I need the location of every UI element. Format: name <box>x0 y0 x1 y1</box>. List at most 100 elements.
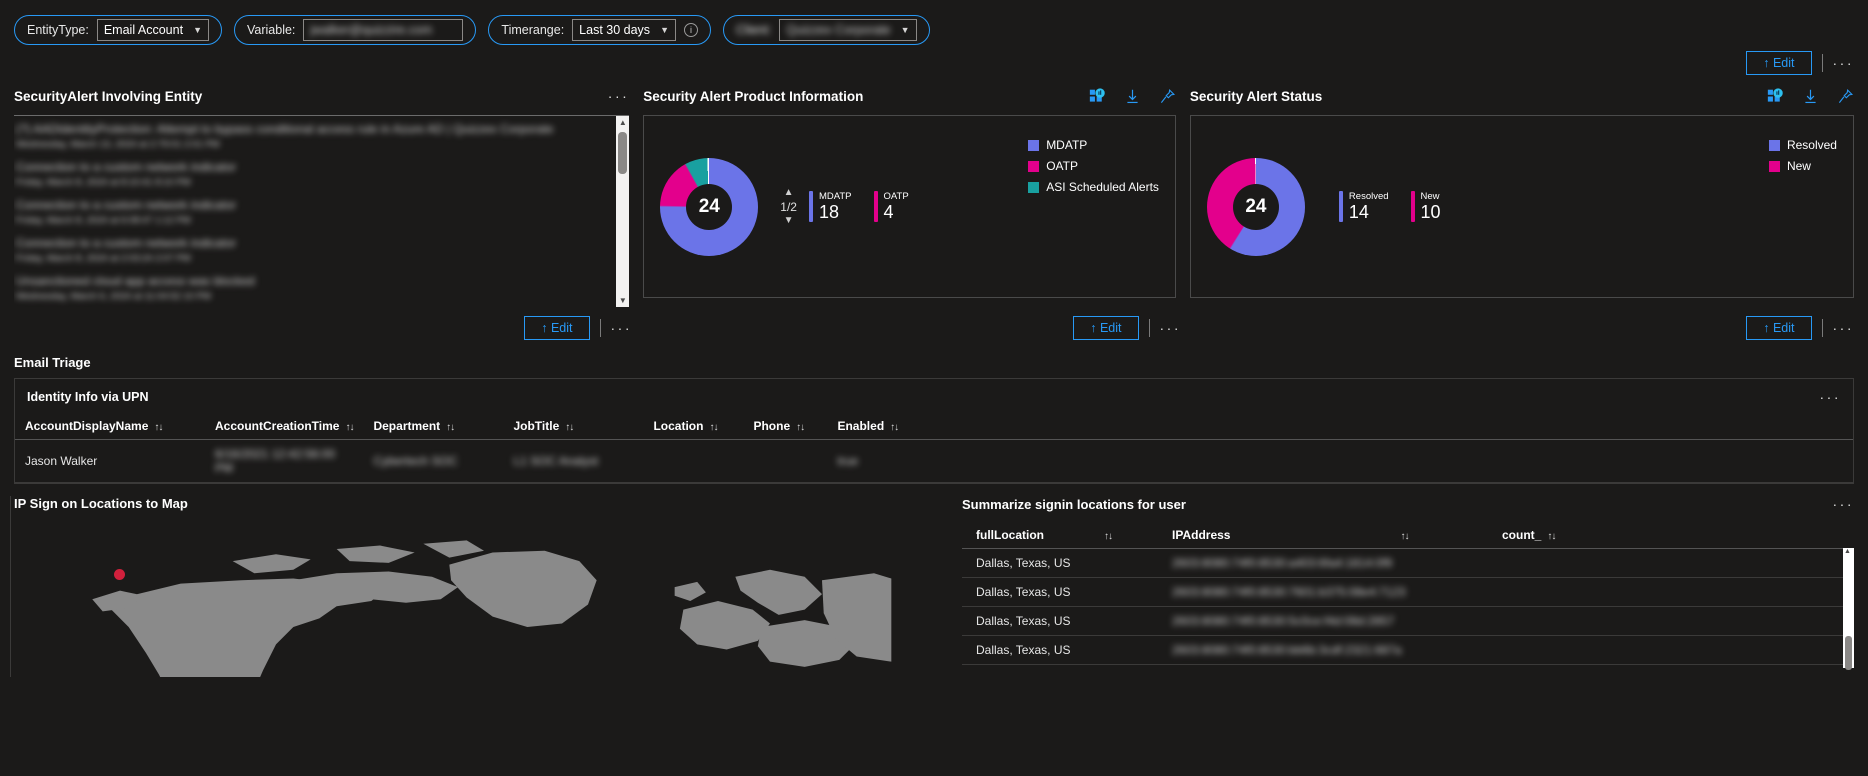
visualization-icon[interactable] <box>1767 87 1784 105</box>
client-value: Quizzex Corporate <box>786 23 891 37</box>
client-select[interactable]: Quizzex Corporate ▼ <box>779 19 917 41</box>
column-header-jobtitle[interactable]: JobTitle ↑↓ <box>503 413 644 440</box>
pager-down-icon[interactable]: ▼ <box>784 215 794 227</box>
alert-list[interactable]: (?) AADIdentityProtection: Attempt to by… <box>14 115 630 307</box>
column-header-ipaddress[interactable]: IPAddress ↑↓ <box>1162 522 1492 549</box>
sort-icon[interactable]: ↑↓ <box>565 422 574 433</box>
info-icon[interactable]: i <box>683 23 698 37</box>
product-info-kpis: MDATP 18 OATP 4 <box>808 191 909 222</box>
scroll-thumb[interactable] <box>618 132 628 174</box>
list-item[interactable]: Unsanctioned cloud app access was blocke… <box>14 268 629 306</box>
alerts-more-button-2[interactable]: ··· <box>611 320 633 336</box>
list-item[interactable]: Unsanctioned cloud app access was blocke… <box>14 306 629 307</box>
list-item[interactable]: Connection to a custom network indicator… <box>14 154 629 192</box>
filter-entitytype[interactable]: EntityType: Email Account ▼ <box>14 15 222 45</box>
download-icon[interactable] <box>1124 88 1141 105</box>
product-info-more-button[interactable]: ··· <box>1160 320 1182 336</box>
alert-status-more-button[interactable]: ··· <box>1833 320 1855 336</box>
top-edit-button[interactable]: ↑ Edit <box>1746 51 1812 75</box>
kpi-name: MDATP <box>818 191 852 202</box>
column-header-accountcreationtime[interactable]: AccountCreationTime ↑↓ <box>205 413 364 440</box>
variable-value: jwalker@quizzire.com <box>310 23 433 37</box>
legend-item[interactable]: MDATP <box>1028 138 1159 152</box>
legend-label: OATP <box>1046 159 1078 173</box>
signin-locations-more-button[interactable]: ··· <box>1833 496 1855 512</box>
sort-icon[interactable]: ↑↓ <box>446 422 455 433</box>
tiles-row: SecurityAlert Involving Entity ··· (?) A… <box>0 84 1868 307</box>
sort-icon[interactable]: ↑↓ <box>154 422 163 433</box>
column-header-enabled[interactable]: Enabled ↑↓ <box>827 413 1853 440</box>
list-item[interactable]: (?) AADIdentityProtection: Attempt to by… <box>14 116 629 154</box>
alert-status-icons <box>1767 87 1854 105</box>
alerts-more-button[interactable]: ··· <box>608 88 630 104</box>
column-header-location[interactable]: Location ↑↓ <box>643 413 744 440</box>
column-header-count[interactable]: count_ ↑↓ <box>1492 522 1854 549</box>
column-header-accountdisplayname[interactable]: AccountDisplayName ↑↓ <box>15 413 205 440</box>
table-row[interactable]: Dallas, Texas, US 2603:8080:74f0:8530:76… <box>962 577 1854 607</box>
list-item[interactable]: Connection to a custom network indicator… <box>14 230 629 268</box>
timerange-select[interactable]: Last 30 days ▼ <box>572 19 676 41</box>
cell-accountcreationtime: 6/16/2021 12:42:56:00 PM <box>205 439 364 483</box>
sort-icon[interactable]: ↑↓ <box>345 422 354 433</box>
kpi-name: Resolved <box>1348 191 1389 202</box>
table-row[interactable]: Dallas, Texas, US 2603:8080:74f0:8530:5c… <box>962 606 1854 636</box>
identity-info-more-button[interactable]: ··· <box>1820 389 1842 405</box>
table-row[interactable]: Dallas, Texas, US 2603:8080:74f0:8530:bb… <box>962 635 1854 665</box>
world-map[interactable] <box>14 517 952 677</box>
alerts-edit-button[interactable]: ↑ Edit <box>524 316 590 340</box>
pin-icon[interactable] <box>1837 88 1854 105</box>
filter-client[interactable]: Client: Quizzex Corporate ▼ <box>722 15 930 45</box>
scroll-down-icon[interactable]: ▼ <box>616 294 629 307</box>
map-marker[interactable] <box>114 569 125 580</box>
donut-center-total: 24 <box>1232 183 1279 230</box>
sort-icon[interactable]: ↑↓ <box>1400 531 1409 542</box>
alert-list-scrollbar[interactable]: ▲ ▼ <box>616 116 630 307</box>
legend-swatch <box>1028 181 1040 193</box>
pin-icon[interactable] <box>1159 88 1176 105</box>
variable-input[interactable]: jwalker@quizzire.com <box>303 19 464 41</box>
table-header-row: fullLocation ↑↓ IPAddress ↑↓ count_ ↑↓ <box>962 522 1854 549</box>
table-row[interactable]: Jason Walker 6/16/2021 12:42:56:00 PM Cy… <box>15 439 1853 483</box>
pager-up-icon[interactable]: ▲ <box>784 187 794 199</box>
sort-icon[interactable]: ↑↓ <box>1547 531 1556 542</box>
alert-title: Connection to a custom network indicator <box>16 198 237 212</box>
legend-item[interactable]: Resolved <box>1768 138 1837 152</box>
legend-item[interactable]: ASI Scheduled Alerts <box>1028 180 1159 194</box>
product-info-edit-group: ↑ Edit ··· <box>632 315 1181 341</box>
alerts-title: SecurityAlert Involving Entity <box>14 88 203 104</box>
download-icon[interactable] <box>1802 88 1819 105</box>
list-item[interactable]: Connection to a custom network indicator… <box>14 192 629 230</box>
product-info-title: Security Alert Product Information <box>643 88 864 104</box>
sort-icon[interactable]: ↑↓ <box>796 422 805 433</box>
cell-ipaddress: 2603:8080:74f0:8530:7601:b375:08e4:7123 <box>1162 577 1492 607</box>
column-header-fulllocation[interactable]: fullLocation ↑↓ <box>962 522 1162 549</box>
tile-product-information: Security Alert Product Information 24 ▲ … <box>643 84 1176 307</box>
top-more-button[interactable]: ··· <box>1833 55 1855 71</box>
legend-item[interactable]: New <box>1768 159 1837 173</box>
table-row[interactable]: Dallas, Texas, US 2603:8080:74f0:8530:a4… <box>962 548 1854 578</box>
column-header-department[interactable]: Department ↑↓ <box>363 413 504 440</box>
scroll-thumb[interactable] <box>1845 636 1852 670</box>
product-info-donut[interactable]: 24 <box>660 157 759 256</box>
chevron-down-icon: ▼ <box>900 25 910 35</box>
legend-item[interactable]: OATP <box>1028 159 1159 173</box>
entitytype-select[interactable]: Email Account ▼ <box>96 19 209 41</box>
scroll-up-icon[interactable]: ▲ <box>616 116 629 129</box>
cell-ipaddress: 2603:8080:74f0:8530:bb6b:3cdf:2321:687a <box>1162 635 1492 665</box>
sort-icon[interactable]: ↑↓ <box>709 422 718 433</box>
sort-icon[interactable]: ↑↓ <box>1104 531 1113 542</box>
filter-variable[interactable]: Variable: jwalker@quizzire.com <box>233 15 477 45</box>
alert-status-edit-button[interactable]: ↑ Edit <box>1746 316 1812 340</box>
column-header-phone[interactable]: Phone ↑↓ <box>743 413 828 440</box>
scroll-up-icon[interactable]: ▲ <box>1844 548 1851 555</box>
sort-icon[interactable]: ↑↓ <box>890 422 899 433</box>
signin-table-scrollbar[interactable]: ▲ <box>1843 548 1854 670</box>
cell-count <box>1492 635 1854 665</box>
signin-locations-table: fullLocation ↑↓ IPAddress ↑↓ count_ ↑↓ Dall… <box>962 522 1854 665</box>
alert-status-donut[interactable]: 24 <box>1206 157 1305 256</box>
chart-pager[interactable]: ▲ 1/2 ▼ <box>780 187 797 227</box>
product-info-edit-button[interactable]: ↑ Edit <box>1073 316 1139 340</box>
world-map-svg <box>92 540 892 677</box>
visualization-icon[interactable] <box>1089 87 1106 105</box>
filter-timerange[interactable]: Timerange: Last 30 days ▼ i <box>488 15 711 45</box>
